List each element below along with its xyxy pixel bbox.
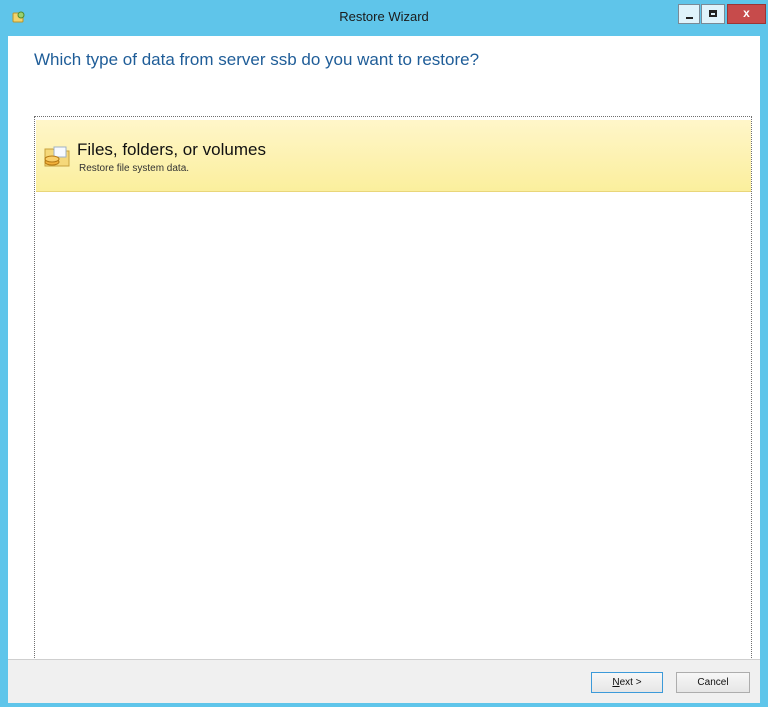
data-type-list[interactable]: Files, folders, or volumes Restore file …: [34, 116, 752, 672]
restore-wizard-window: Restore Wizard x Which type of data from…: [0, 0, 768, 707]
next-label: ext >: [619, 677, 642, 688]
maximize-button[interactable]: [701, 4, 725, 24]
option-subtitle: Restore file system data.: [79, 163, 190, 174]
minimize-button[interactable]: [678, 4, 700, 24]
close-button[interactable]: x: [727, 4, 766, 24]
wizard-content: Which type of data from server ssb do yo…: [8, 36, 760, 672]
next-button[interactable]: Next >: [591, 672, 663, 693]
option-files-folders-volumes[interactable]: Files, folders, or volumes Restore file …: [36, 120, 751, 192]
folder-database-icon: [44, 146, 70, 167]
title-bar[interactable]: Restore Wizard x: [0, 0, 768, 36]
next-accelerator: N: [612, 677, 620, 688]
close-icon: x: [743, 6, 750, 20]
option-title: Files, folders, or volumes: [77, 140, 266, 159]
wizard-footer: Next > Cancel: [8, 659, 760, 703]
maximize-icon: [709, 10, 717, 17]
window-title: Restore Wizard: [339, 9, 429, 24]
cancel-button[interactable]: Cancel: [676, 672, 750, 693]
minimize-icon: [686, 17, 693, 19]
page-heading: Which type of data from server ssb do yo…: [34, 50, 480, 69]
